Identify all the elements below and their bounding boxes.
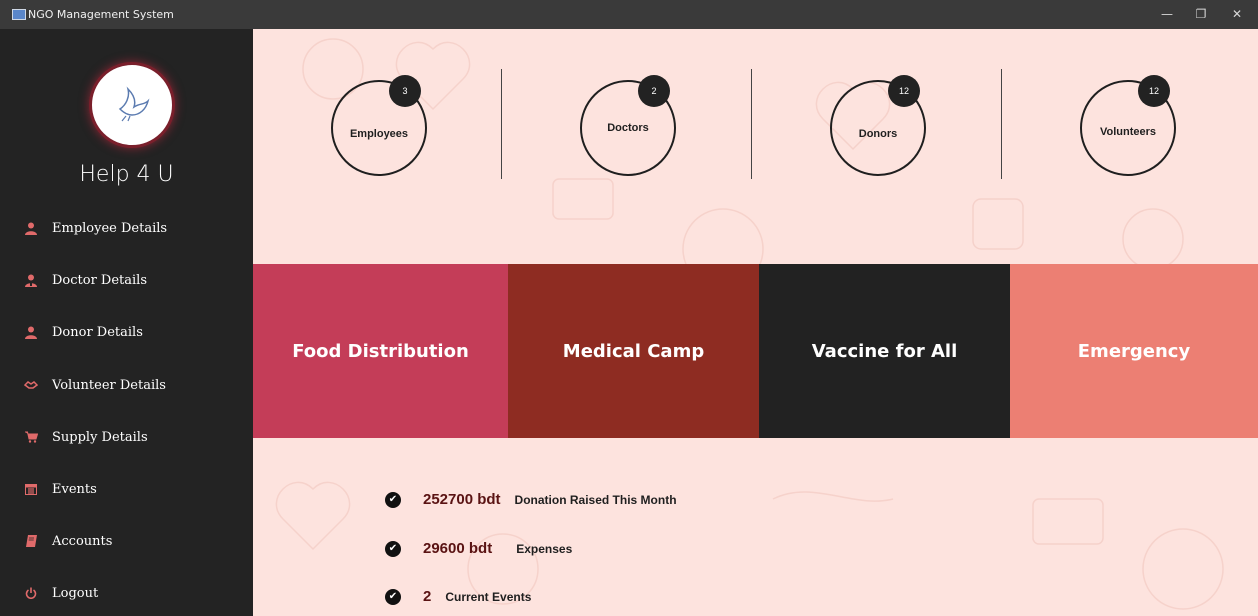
summary-amount: 252700 bdt [423,491,501,508]
window-title: NGO Management System [28,8,174,21]
sidebar-item-logout[interactable]: Logout [0,573,253,613]
summary-description: Expenses [516,541,573,556]
stat-count-badge: 12 [888,75,920,107]
title-bar: NGO Management System — ❐ ✕ [0,0,1258,29]
stat-volunteers: Volunteers 12 [1080,75,1176,176]
sidebar-item-label: Doctor Details [52,272,148,288]
stat-label: Doctors [607,122,649,134]
calendar-icon [24,482,38,496]
logo [89,62,175,148]
summary-row-current-events: ✔ 2 Current Events [385,588,531,605]
power-icon [24,586,38,600]
sidebar-item-doctor-details[interactable]: Doctor Details [0,260,253,300]
cart-icon [24,430,38,444]
dashboard-main: Employees 3 Doctors 2 Donors 12 Voluntee… [253,29,1258,616]
stat-donors: Donors 12 [830,75,926,176]
sidebar: Help 4 U Employee Details Doctor Details… [0,29,253,616]
maximize-button[interactable]: ❐ [1184,0,1218,29]
stat-employees: Employees 3 [331,75,427,176]
stat-label: Donors [858,128,898,140]
check-circle-icon: ✔ [385,588,401,605]
stat-divider [751,69,752,179]
sidebar-item-label: Events [52,481,97,497]
dove-icon [118,86,150,122]
tile-emergency[interactable]: Emergency [1010,264,1258,438]
sidebar-item-volunteer-details[interactable]: Volunteer Details [0,365,253,405]
stat-divider [1001,69,1002,179]
sidebar-item-employee-details[interactable]: Employee Details [0,208,253,248]
stat-count-badge: 3 [389,75,421,107]
stat-count-badge: 2 [638,75,670,107]
summary-row-expenses: ✔ 29600 bdt Expenses [385,540,572,557]
book-icon [24,534,38,548]
check-circle-icon: ✔ [385,491,401,508]
brand-name: Help 4 U [79,162,174,187]
close-button[interactable]: ✕ [1220,0,1254,29]
stat-label: Volunteers [1099,126,1157,138]
sidebar-item-label: Donor Details [52,324,143,340]
sidebar-item-label: Accounts [52,533,113,549]
handshake-icon [24,378,38,392]
doctor-icon [24,273,38,287]
summary-row-donation: ✔ 252700 bdt Donation Raised This Month [385,491,677,508]
sidebar-item-events[interactable]: Events [0,469,253,509]
sidebar-item-donor-details[interactable]: Donor Details [0,312,253,352]
minimize-button[interactable]: — [1150,0,1184,29]
summary-description: Current Events [445,589,532,604]
summary-amount: 2 [423,588,432,605]
person-icon [24,325,38,339]
tile-food-distribution[interactable]: Food Distribution [253,264,508,438]
person-icon [24,221,38,235]
stat-doctors: Doctors 2 [580,75,676,176]
check-circle-icon: ✔ [385,540,401,557]
sidebar-item-supply-details[interactable]: Supply Details [0,417,253,457]
tile-vaccine-for-all[interactable]: Vaccine for All [759,264,1010,438]
tile-medical-camp[interactable]: Medical Camp [508,264,759,438]
stat-count-badge: 12 [1138,75,1170,107]
stat-label: Employees [349,128,409,140]
stat-divider [501,69,502,179]
sidebar-item-accounts[interactable]: Accounts [0,521,253,561]
sidebar-item-label: Employee Details [52,220,168,236]
app-icon [12,9,26,20]
sidebar-item-label: Volunteer Details [52,377,166,393]
sidebar-item-label: Supply Details [52,429,148,445]
summary-description: Donation Raised This Month [514,492,677,507]
summary-amount: 29600 bdt [423,540,493,557]
sidebar-item-label: Logout [52,585,99,601]
